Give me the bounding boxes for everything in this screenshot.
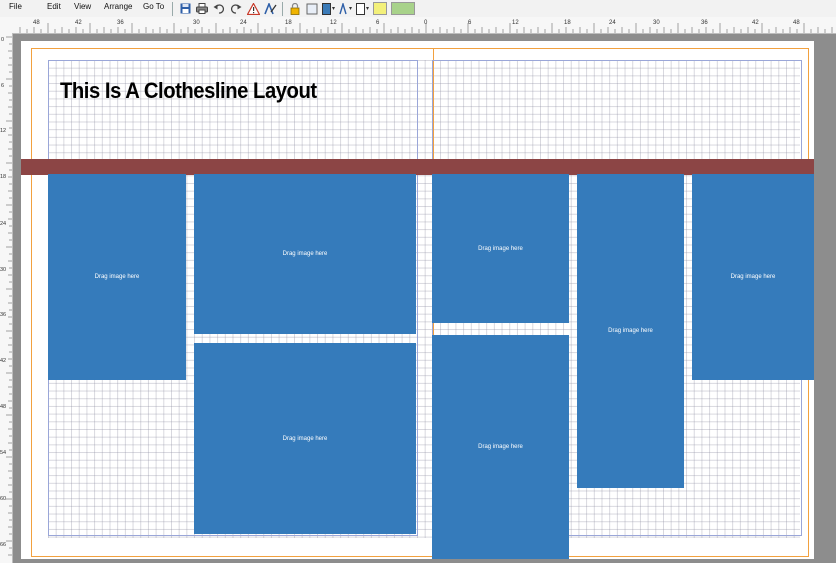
ruler-label: 30 <box>193 20 200 26</box>
toolbar-separator <box>282 1 283 16</box>
ruler-label: 24 <box>609 20 616 26</box>
ruler-label: 42 <box>752 20 759 26</box>
ruler-label: 42 <box>75 20 82 26</box>
page-spread[interactable]: This Is A Clothesline Layout Drag image … <box>21 41 814 559</box>
save-icon[interactable] <box>178 2 192 15</box>
frame-placeholder-text: Drag image here <box>478 245 523 252</box>
ruler-label: 30 <box>653 20 660 26</box>
ruler-label: 12 <box>330 20 337 26</box>
green-swatch-icon[interactable] <box>390 2 416 15</box>
frame-placeholder-text: Drag image here <box>608 328 653 334</box>
frame-placeholder-text: Drag image here <box>282 251 328 257</box>
highlight-color-icon[interactable] <box>373 2 387 15</box>
lock-icon[interactable] <box>288 2 302 15</box>
image-frame[interactable]: Drag image here <box>692 174 814 380</box>
toolbar <box>170 0 416 17</box>
ruler-label: 18 <box>0 174 6 180</box>
page-title[interactable]: This Is A Clothesline Layout <box>60 78 317 104</box>
ruler-label: 0 <box>424 20 428 26</box>
horizontal-ruler[interactable]: 48 42 36 30 24 18 12 6 0 6 12 18 24 30 3… <box>0 17 836 34</box>
canvas-workspace[interactable]: This Is A Clothesline Layout Drag image … <box>13 34 836 563</box>
ruler-label: 12 <box>0 128 6 134</box>
ruler-label: 0 <box>1 37 4 43</box>
vertical-ruler[interactable]: 0 6 12 18 24 30 36 42 48 54 60 66 <box>0 33 13 563</box>
fill-color-icon[interactable] <box>305 2 319 15</box>
clothesline-band[interactable] <box>21 159 814 175</box>
ruler-label: 48 <box>0 404 6 410</box>
ruler-label: 60 <box>0 496 6 502</box>
ruler-label: 18 <box>564 20 571 26</box>
ruler-label: 12 <box>512 20 519 26</box>
image-frame[interactable]: Drag image here <box>432 174 569 323</box>
ruler-label: 48 <box>793 20 800 26</box>
menu-goto[interactable]: Go To <box>143 1 164 13</box>
ruler-label: 18 <box>285 20 292 26</box>
ruler-label: 36 <box>117 20 124 26</box>
image-frame[interactable]: Drag image here <box>48 174 186 380</box>
ruler-label: 24 <box>240 20 247 26</box>
toolbar-separator <box>172 1 173 16</box>
ruler-label: 6 <box>376 20 380 26</box>
stroke-color-icon[interactable] <box>322 2 336 15</box>
ruler-label: 36 <box>701 20 708 26</box>
frame-placeholder-text: Drag image here <box>282 435 328 442</box>
ruler-label: 24 <box>0 221 6 227</box>
frame-placeholder-text: Drag image here <box>94 274 140 280</box>
border-icon[interactable] <box>356 2 370 15</box>
ruler-label: 66 <box>0 542 6 548</box>
ruler-label: 36 <box>0 312 6 318</box>
ruler-label: 42 <box>0 358 6 364</box>
menu-arrange[interactable]: Arrange <box>104 1 132 13</box>
ruler-label: 54 <box>0 450 6 456</box>
text-color-icon[interactable] <box>339 2 353 15</box>
ruler-label: 30 <box>0 267 6 273</box>
image-frame[interactable]: Drag image here <box>577 174 684 488</box>
menu-toolbar-bar: File Edit View Arrange Go To <box>0 0 836 18</box>
ruler-label: 48 <box>33 20 40 26</box>
undo-icon[interactable] <box>212 2 226 15</box>
warning-icon[interactable] <box>246 2 260 15</box>
ruler-label: 6 <box>1 83 4 89</box>
menu-view[interactable]: View <box>74 1 91 13</box>
frame-placeholder-text: Drag image here <box>478 444 523 450</box>
image-frame[interactable]: Drag image here <box>194 343 416 534</box>
menu-edit[interactable]: Edit <box>47 1 61 13</box>
text-style-icon[interactable] <box>263 2 277 15</box>
redo-icon[interactable] <box>229 2 243 15</box>
image-frame[interactable]: Drag image here <box>194 174 416 334</box>
image-frame[interactable]: Drag image here <box>432 335 569 559</box>
menu-file[interactable]: File <box>9 1 22 13</box>
print-icon[interactable] <box>195 2 209 15</box>
frame-placeholder-text: Drag image here <box>730 274 776 280</box>
ruler-label: 6 <box>468 20 472 26</box>
